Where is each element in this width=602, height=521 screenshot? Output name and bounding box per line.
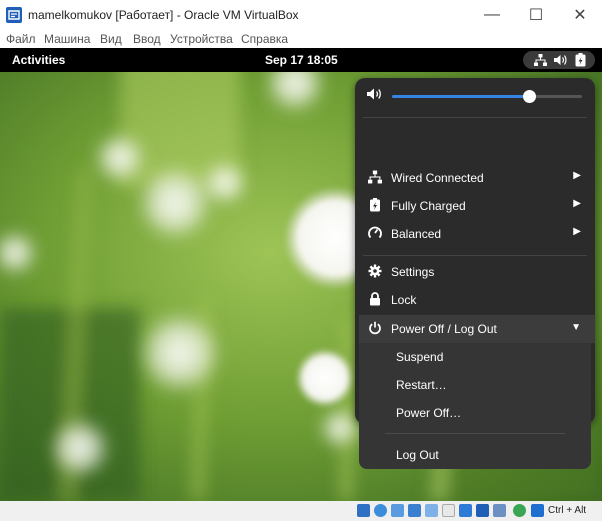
battery-label: Fully Charged: [391, 199, 466, 213]
network-menu-item[interactable]: Wired Connected ▶: [355, 164, 595, 192]
gear-icon: [368, 264, 382, 278]
battery-menu-item[interactable]: Fully Charged ▶: [355, 192, 595, 220]
menu-input[interactable]: Ввод: [133, 32, 161, 46]
volume-slider[interactable]: [392, 90, 582, 103]
network-adapter-icon[interactable]: [408, 504, 421, 517]
power-profile-label: Balanced: [391, 227, 442, 241]
battery-icon: [575, 53, 586, 67]
shared-folders-icon[interactable]: [442, 504, 455, 517]
minimize-button[interactable]: —: [470, 0, 514, 30]
power-submenu: Suspend Restart… Power Off… Log Out: [359, 343, 591, 469]
menu-file[interactable]: Файл: [6, 32, 36, 46]
virtualbox-icon: [6, 7, 22, 23]
power-off-label: Power Off…: [396, 406, 462, 420]
hard-disk-icon[interactable]: [357, 504, 370, 517]
keyboard-capture-icon[interactable]: [531, 504, 544, 517]
chevron-down-icon: ▼: [571, 322, 581, 333]
chevron-right-icon: ▶: [573, 170, 581, 181]
settings-label: Settings: [391, 265, 435, 279]
activities-button[interactable]: Activities: [12, 53, 65, 67]
chevron-right-icon: ▶: [573, 226, 581, 237]
restart-menu-item[interactable]: Restart…: [359, 371, 591, 399]
lock-label: Lock: [391, 293, 417, 307]
vbox-statusbar: Ctrl + Alt: [0, 501, 602, 521]
lock-menu-item[interactable]: Lock: [355, 286, 595, 314]
separator: [363, 255, 587, 256]
volume-slider-fill: [392, 95, 529, 98]
chevron-right-icon: ▶: [573, 198, 581, 209]
separator: [363, 117, 587, 118]
lock-icon: [370, 292, 380, 306]
system-tray-button[interactable]: [523, 51, 595, 69]
power-profile-icon: [368, 226, 382, 239]
separator: [385, 433, 565, 434]
menu-help[interactable]: Справка: [241, 32, 288, 46]
network-label: Wired Connected: [391, 171, 484, 185]
battery-full-icon: [370, 198, 380, 212]
window-title: mamelkomukov [Работает] - Oracle VM Virt…: [28, 8, 299, 22]
suspend-label: Suspend: [396, 350, 444, 364]
minimize-icon: —: [484, 6, 500, 23]
menu-machine[interactable]: Машина: [44, 32, 90, 46]
power-off-logout-menu-item[interactable]: Power Off / Log Out ▼: [359, 315, 595, 343]
volume-slider-handle[interactable]: [522, 90, 536, 103]
maximize-button[interactable]: ☐: [514, 0, 558, 30]
power-off-menu-item[interactable]: Power Off…: [359, 399, 591, 427]
power-label: Power Off / Log Out: [391, 322, 497, 336]
network-icon: [534, 54, 547, 66]
clock[interactable]: Sep 17 18:05: [265, 53, 338, 67]
log-out-label: Log Out: [396, 448, 439, 462]
network-wired-icon: [368, 170, 382, 184]
close-button[interactable]: ✕: [558, 0, 602, 30]
maximize-icon: ☐: [528, 7, 544, 24]
volume-icon[interactable]: [367, 87, 383, 101]
display-icon[interactable]: [459, 504, 472, 517]
settings-menu-item[interactable]: Settings: [355, 258, 595, 286]
guest-additions-icon[interactable]: [513, 504, 526, 517]
log-out-menu-item[interactable]: Log Out: [359, 441, 591, 469]
host-key-label: Ctrl + Alt: [548, 505, 587, 516]
vm-screen[interactable]: Activities Sep 17 18:05 Wired Connected …: [0, 48, 602, 501]
power-profile-menu-item[interactable]: Balanced ▶: [355, 220, 595, 248]
quick-settings-menu: Wired Connected ▶ Fully Charged ▶ Balanc…: [355, 78, 595, 469]
audio-icon[interactable]: [391, 504, 404, 517]
restart-label: Restart…: [396, 378, 447, 392]
vbox-menubar: Файл Машина Вид Ввод Устройства Справка: [0, 30, 602, 48]
optical-drive-icon[interactable]: [374, 504, 387, 517]
menu-view[interactable]: Вид: [100, 32, 122, 46]
video-capture-icon[interactable]: [476, 504, 489, 517]
menu-devices[interactable]: Устройства: [170, 32, 233, 46]
close-icon: ✕: [573, 7, 587, 24]
window-titlebar: mamelkomukov [Работает] - Oracle VM Virt…: [0, 0, 602, 30]
gnome-top-bar: Activities Sep 17 18:05: [0, 48, 602, 72]
volume-icon: [554, 55, 567, 65]
power-icon: [369, 321, 381, 335]
suspend-menu-item[interactable]: Suspend: [359, 343, 591, 371]
usb-icon[interactable]: [425, 504, 438, 517]
cpu-icon[interactable]: [493, 504, 506, 517]
